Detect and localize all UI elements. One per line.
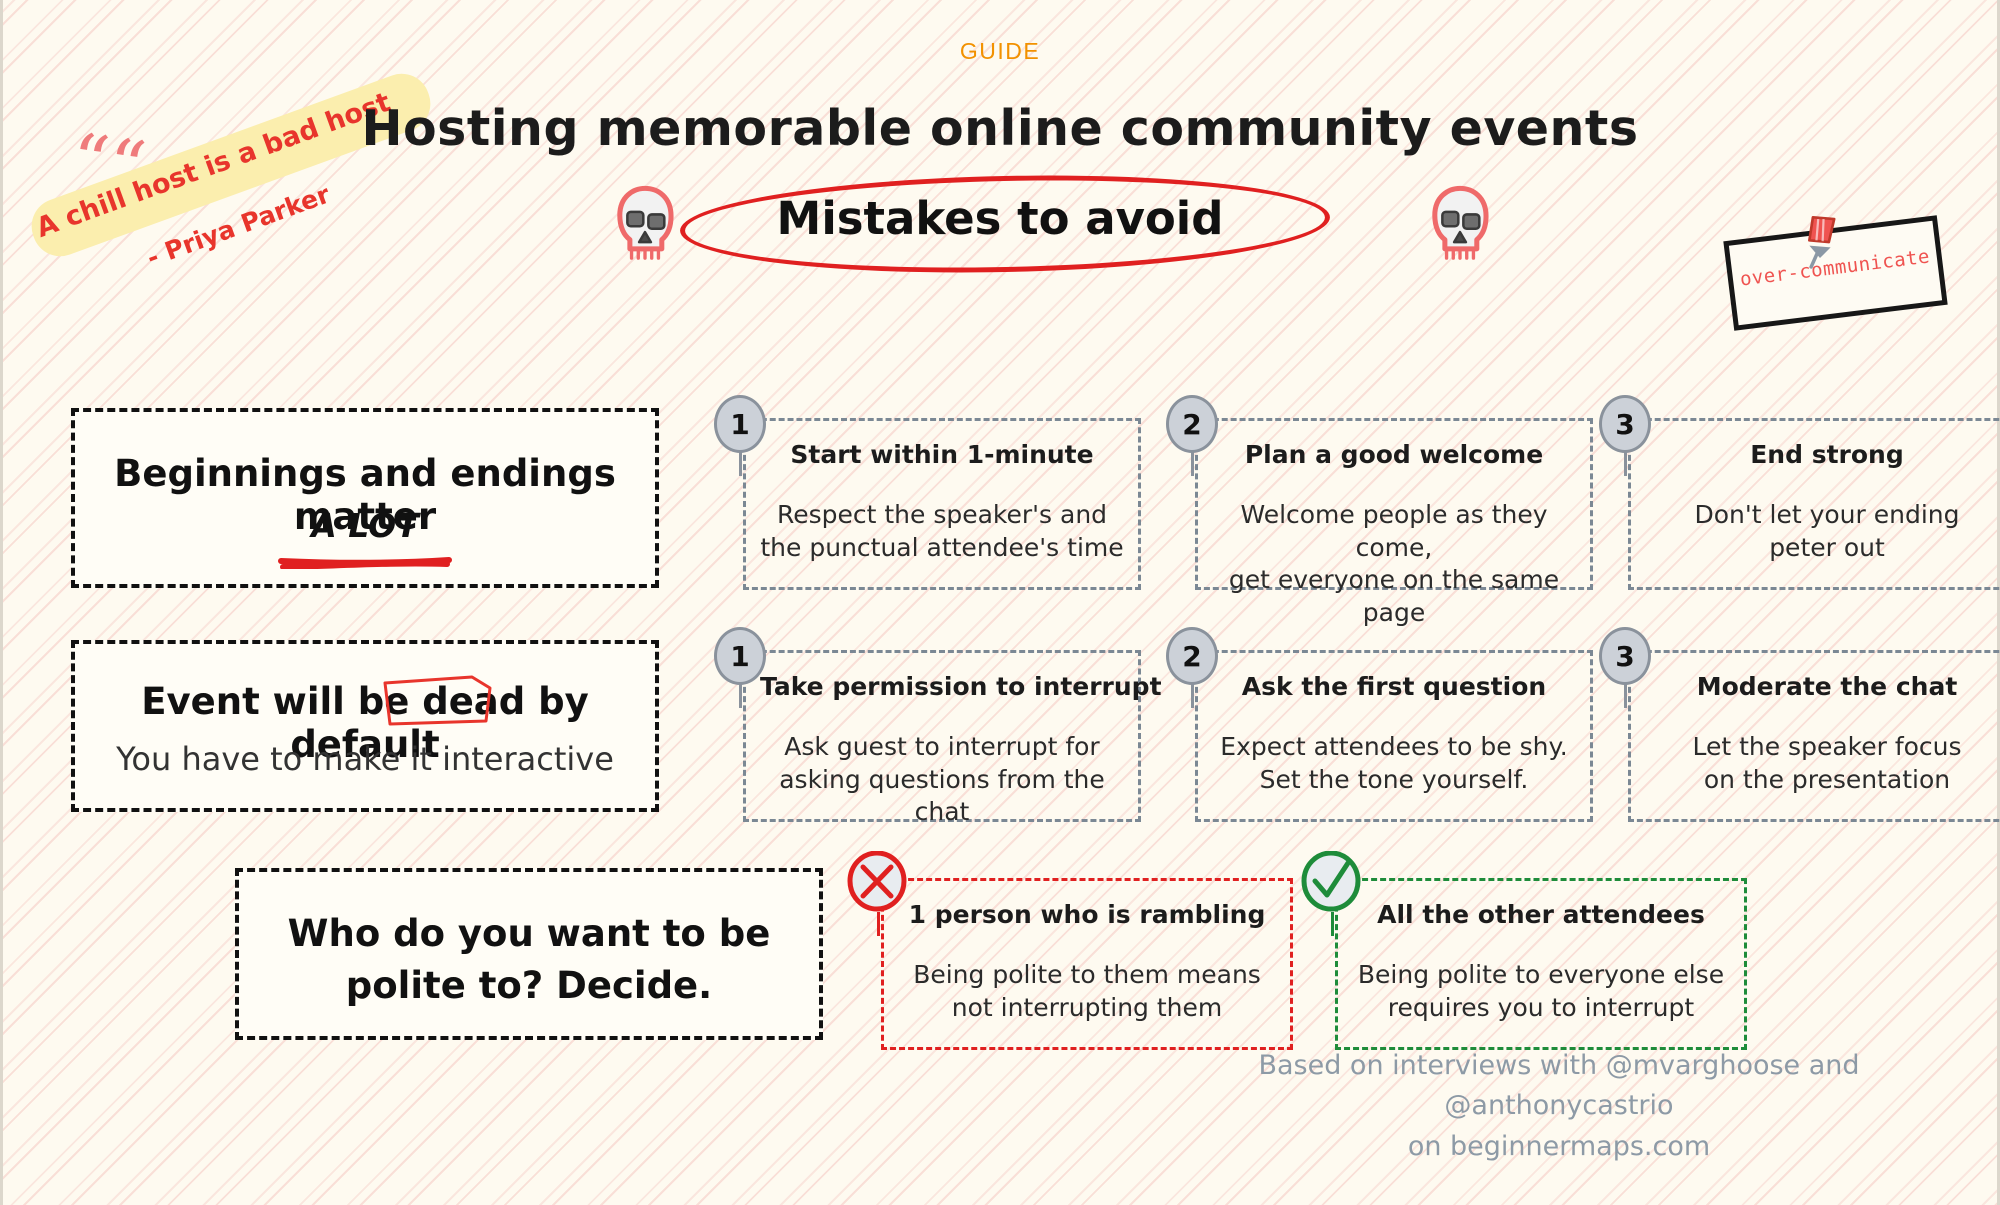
statement-line-2: You have to make it interactive [116, 740, 614, 778]
tip-card-body: Let the speaker focus on the presentation [1692, 732, 1962, 794]
tip-card-title: Ask the first question [1227, 669, 1561, 705]
guide-kicker-label: GUIDE [959, 38, 1041, 64]
tip-card-title-wrap: Take permission to interrupt [746, 669, 1176, 705]
badge-stem [1624, 684, 1627, 708]
subtitle-group: Mistakes to avoid [679, 169, 1331, 279]
tip-card-title-wrap: All the other attendees [1338, 897, 1744, 933]
tip-card-title: Start within 1-minute [776, 437, 1108, 473]
red-underline-annotation [277, 554, 453, 570]
tip-card[interactable]: 1 Start within 1-minute Respect the spea… [714, 395, 1141, 590]
page-subtitle: Mistakes to avoid [776, 192, 1224, 245]
tip-card[interactable]: 2 Plan a good welcome Welcome people as … [1166, 395, 1593, 627]
tip-card-title: All the other attendees [1363, 897, 1719, 933]
statement-box-dead-event: Event will be dead by default You have t… [71, 640, 659, 812]
tip-card-body: Being polite to everyone else requires yo… [1357, 960, 1725, 1022]
badge-stem [1191, 452, 1194, 476]
statement-box-polite-decide: Who do you want to be polite to? Decide. [235, 868, 823, 1040]
badge-stem [1191, 684, 1194, 708]
tip-card-title-wrap: Start within 1-minute [746, 437, 1138, 473]
tip-card[interactable]: 2 Ask the first question Expect attendee… [1166, 627, 1593, 822]
tip-card[interactable]: 3 End strong Don't let your ending peter … [1599, 395, 2000, 590]
red-box-annotation [380, 671, 495, 729]
tip-card-title: Take permission to interrupt [746, 669, 1176, 705]
tip-card-body: Ask guest to interrupt for asking questio… [779, 732, 1105, 826]
badge-stem [1331, 912, 1334, 936]
statement-box-beginnings: Beginnings and endings matter A LOT [71, 408, 659, 588]
tip-card-title: Moderate the chat [1682, 669, 1972, 705]
badge-stem [877, 912, 880, 936]
tip-card[interactable]: 1 Take permission to interrupt Ask guest… [714, 627, 1176, 826]
tip-card-title-wrap: Plan a good welcome [1198, 437, 1590, 473]
tip-card-positive[interactable]: All the other attendees Being polite to … [1301, 850, 1747, 1050]
footer-line-1: Based on interviews with @mvarghoose and… [1258, 1049, 1860, 1122]
tip-card-title: 1 person who is rambling [894, 897, 1280, 933]
tip-card-body: Expect attendees to be shy. Set the tone … [1220, 732, 1568, 794]
badge-stem [739, 452, 742, 476]
quote-sticker: ”” A chill host is a bad host - Priya Pa… [13, 65, 473, 273]
tip-card-body: Respect the speaker's and the punctual at… [760, 500, 1124, 562]
tip-card-title-wrap: 1 person who is rambling [884, 897, 1290, 933]
statement-emphasis: A LOT [311, 506, 419, 545]
tip-card-title-wrap: Ask the first question [1198, 669, 1590, 705]
statement-line-1: Who do you want to be [287, 912, 771, 955]
statement-line-2: polite to? Decide. [345, 964, 713, 1007]
tip-card-title: End strong [1736, 437, 1918, 473]
tip-card-negative[interactable]: 1 person who is rambling Being polite to… [847, 850, 1293, 1050]
footer-line-2: on beginnermaps.com [1407, 1130, 1711, 1162]
tip-card-body: Being polite to them means not interrupti… [913, 960, 1261, 1022]
tip-card-title: Plan a good welcome [1230, 437, 1558, 473]
tip-card-title-wrap: End strong [1631, 437, 2000, 473]
infographic-canvas: ”” A chill host is a bad host - Priya Pa… [0, 0, 2000, 1205]
skull-icon [1418, 180, 1502, 264]
tip-card-body: Don't let your ending peter out [1694, 500, 1960, 562]
skull-icon [603, 180, 687, 264]
footer-credit: Based on interviews with @mvarghoose and… [1179, 1046, 1939, 1168]
tip-card-body: Welcome people as they come, get everyone… [1228, 500, 1560, 627]
page-title: Hosting memorable online community event… [361, 100, 1639, 157]
tip-card[interactable]: 3 Moderate the chat Let the speaker focu… [1599, 627, 2000, 822]
pushpin-icon [1793, 212, 1847, 274]
badge-stem [1624, 452, 1627, 476]
tip-card-title-wrap: Moderate the chat [1631, 669, 2000, 705]
badge-stem [739, 684, 742, 708]
